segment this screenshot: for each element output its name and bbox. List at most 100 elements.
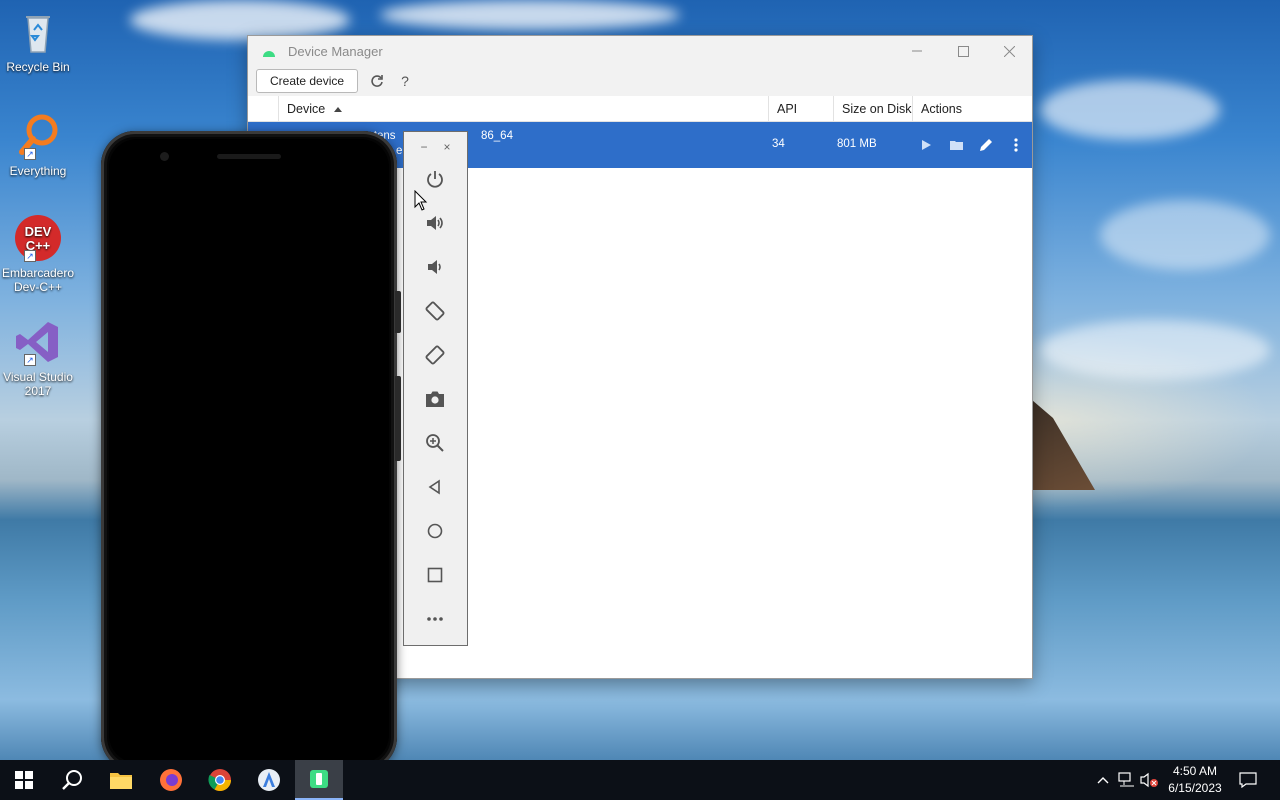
svg-text:DEV: DEV <box>25 224 52 239</box>
network-icon <box>1118 772 1134 787</box>
desktop-icon-devcpp[interactable]: DEV C++ ↗ Embarcadero Dev-C++ <box>0 214 76 294</box>
column-label: Actions <box>921 101 962 116</box>
desktop-icon-recycle-bin[interactable]: Recycle Bin <box>0 8 76 74</box>
show-on-disk-button[interactable] <box>949 137 965 153</box>
title-bar[interactable]: Device Manager <box>248 36 1032 66</box>
emulator-icon <box>310 770 328 788</box>
emulator-minimize-button[interactable]: − <box>420 140 427 154</box>
search-button[interactable] <box>48 760 96 800</box>
column-size[interactable]: Size on Disk <box>833 95 912 122</box>
column-actions: Actions <box>912 95 1032 122</box>
rotate-left-icon[interactable] <box>422 298 448 324</box>
volume-muted-icon <box>1140 772 1158 788</box>
cloud <box>1100 200 1270 270</box>
android-studio-icon <box>258 769 280 791</box>
taskbar-clock[interactable]: 4:50 AM 6/15/2023 <box>1160 763 1230 797</box>
folder-icon <box>110 773 132 789</box>
clock-time: 4:50 AM <box>1172 764 1218 778</box>
taskbar-firefox[interactable] <box>147 760 195 800</box>
column-api[interactable]: API <box>768 95 833 122</box>
toolbar: Create device ? <box>248 66 1032 96</box>
help-button[interactable]: ? <box>396 72 414 90</box>
column-label: Device <box>287 101 326 116</box>
notifications-button[interactable] <box>1236 760 1260 800</box>
desktop-icon-visual-studio[interactable]: ↗ Visual Studio 2017 <box>0 318 76 398</box>
maximize-button[interactable] <box>940 36 986 66</box>
device-name-line2: e <box>396 145 403 157</box>
window-title: Device Manager <box>288 43 383 59</box>
search-icon <box>62 770 82 790</box>
camera-icon[interactable] <box>422 386 448 412</box>
refresh-icon[interactable] <box>368 72 386 90</box>
maximize-icon <box>957 45 969 57</box>
clock-date: 6/15/2023 <box>1168 781 1222 795</box>
taskbar-android-studio[interactable] <box>245 760 293 800</box>
desktop-icon-label: 2017 <box>24 384 52 398</box>
emulator-phone[interactable] <box>101 131 401 771</box>
more-actions-button[interactable] <box>1008 137 1024 153</box>
taskbar-file-explorer[interactable] <box>97 760 145 800</box>
taskbar-chrome[interactable] <box>196 760 244 800</box>
volume-up-icon[interactable] <box>422 210 448 236</box>
mouse-cursor-icon <box>414 190 428 211</box>
taskbar: 4:50 AM 6/15/2023 <box>0 760 1280 800</box>
cloud <box>1040 320 1270 380</box>
start-button[interactable] <box>0 760 48 800</box>
taskbar-emulator[interactable] <box>295 760 343 800</box>
power-icon[interactable] <box>422 166 448 192</box>
folder-icon <box>950 141 963 150</box>
home-icon[interactable] <box>422 518 448 544</box>
create-device-button[interactable]: Create device <box>256 69 359 93</box>
launch-button[interactable] <box>918 137 934 153</box>
more-icon[interactable] <box>422 606 448 632</box>
emulator-close-button[interactable]: × <box>444 140 451 154</box>
close-button[interactable] <box>986 36 1032 66</box>
sort-ascending-icon <box>334 106 343 112</box>
cloud <box>130 0 350 40</box>
shortcut-arrow-icon: ↗ <box>24 148 36 160</box>
windows-icon <box>15 771 33 789</box>
side-button <box>395 376 401 461</box>
zoom-icon[interactable] <box>422 430 448 456</box>
column-device[interactable]: Device <box>278 95 768 122</box>
desktop-icon-label: Embarcadero <box>1 266 75 280</box>
volume-button[interactable] <box>1140 760 1160 800</box>
side-button <box>395 291 401 333</box>
column-label: API <box>777 101 798 116</box>
cloud <box>380 0 680 30</box>
desktop-icon-label: Visual Studio <box>3 370 73 384</box>
network-button[interactable] <box>1117 760 1137 800</box>
everything-search-icon: ↗ <box>14 112 62 160</box>
edit-button[interactable] <box>978 137 994 153</box>
shortcut-arrow-icon: ↗ <box>24 354 36 366</box>
android-icon <box>262 46 276 57</box>
back-icon[interactable] <box>422 474 448 500</box>
front-camera <box>160 152 169 161</box>
emulator-toolbar-header: − × <box>404 132 467 162</box>
overview-icon[interactable] <box>422 562 448 588</box>
desktop-icon-label: Everything <box>9 164 67 178</box>
close-icon <box>1003 45 1015 57</box>
recycle-bin-icon <box>14 8 62 56</box>
emulator-toolbar: − × <box>403 131 468 646</box>
chrome-icon <box>208 769 231 791</box>
column-label: Size on Disk <box>842 101 912 116</box>
column-spacer <box>248 96 278 122</box>
more-vertical-icon <box>1014 138 1018 152</box>
tray-expand-button[interactable] <box>1094 760 1112 800</box>
devcpp-icon: DEV C++ ↗ <box>14 214 62 262</box>
volume-down-icon[interactable] <box>422 254 448 280</box>
desktop-icon-everything[interactable]: ↗ Everything <box>0 112 76 178</box>
cloud <box>1040 80 1220 140</box>
device-name-suffix: 86_64 <box>481 130 513 142</box>
desktop-icon-label: Recycle Bin <box>6 60 70 74</box>
device-api: 34 <box>772 138 785 150</box>
cliff <box>1025 400 1095 490</box>
minimize-icon <box>912 50 922 52</box>
play-icon <box>922 140 931 150</box>
emulator-screen[interactable] <box>109 139 389 763</box>
chevron-up-icon <box>1097 777 1109 784</box>
pencil-icon <box>980 139 992 151</box>
rotate-right-icon[interactable] <box>422 342 448 368</box>
minimize-button[interactable] <box>894 36 940 66</box>
